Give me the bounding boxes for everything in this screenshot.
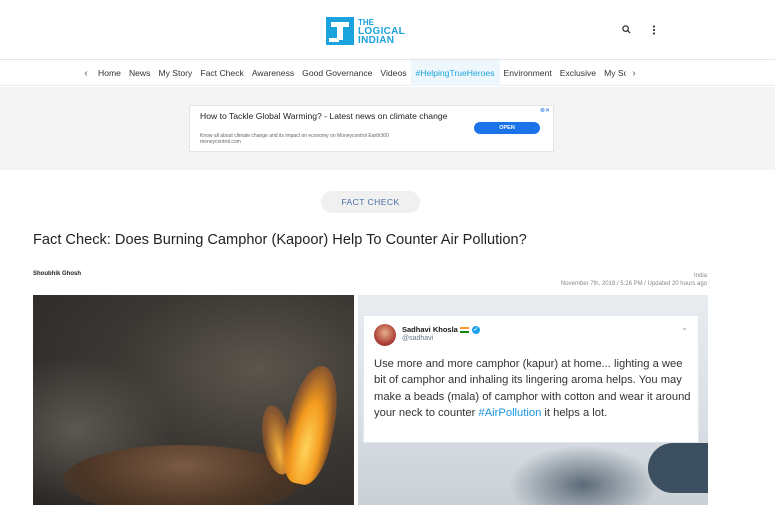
tweet-card: Sadhavi Khosla ✓ @sadhavi ⌄ Use more and… xyxy=(363,315,699,443)
article-meta: India November 7th, 2019 / 5:26 PM / Upd… xyxy=(561,272,707,288)
advertisement[interactable]: How to Tackle Global Warming? - Latest n… xyxy=(189,105,554,152)
nav-item-my-soc[interactable]: My Soc xyxy=(600,60,626,86)
article-title: Fact Check: Does Burning Camphor (Kapoor… xyxy=(33,232,527,248)
tweet-author-name: Sadhavi Khosla xyxy=(402,325,458,334)
nav-prev-arrow-icon[interactable]: ‹ xyxy=(78,68,94,79)
nav-item-fact-check[interactable]: Fact Check xyxy=(196,60,247,86)
tweet-handle: @sadhavi xyxy=(402,335,434,342)
nav-item-awareness[interactable]: Awareness xyxy=(248,60,298,86)
logo-line-3: INDIAN xyxy=(358,34,395,46)
nav-item-helpingtrueheroes[interactable]: #HelpingTrueHeroes xyxy=(410,60,500,86)
nav-item-good-governance[interactable]: Good Governance xyxy=(298,60,376,86)
article-location: India xyxy=(693,273,707,279)
logo-text: THE LOGICAL INDIAN xyxy=(358,18,405,46)
nav-item-exclusive[interactable]: Exclusive xyxy=(556,60,600,86)
tweet-author: Sadhavi Khosla ✓ xyxy=(402,325,480,334)
nav-item-environment[interactable]: Environment xyxy=(500,60,556,86)
tweet-text-end: it helps a lot. xyxy=(541,407,608,420)
nav-item-videos[interactable]: Videos xyxy=(376,60,410,86)
site-logo[interactable]: THE LOGICAL INDIAN xyxy=(326,16,405,46)
nav-item-my-story[interactable]: My Story xyxy=(154,60,196,86)
nav-next-arrow-icon[interactable]: › xyxy=(626,68,642,79)
ad-domain: moneycontrol.com xyxy=(200,139,241,145)
ad-title[interactable]: How to Tackle Global Warming? - Latest n… xyxy=(200,111,460,122)
site-header: THE LOGICAL INDIAN xyxy=(0,0,775,60)
author-name[interactable]: Shoubhik Ghosh xyxy=(33,271,81,277)
main-nav: ‹ Home News My Story Fact Check Awareness Goo… xyxy=(0,60,775,86)
nav-item-home[interactable]: Home xyxy=(94,60,125,86)
more-vertical-icon[interactable] xyxy=(648,25,660,37)
camphor-flame-photo xyxy=(33,295,354,505)
logo-mark xyxy=(326,17,354,45)
ad-banner-area: How to Tackle Global Warming? - Latest n… xyxy=(0,87,775,170)
article-date: November 7th, 2019 / 5:26 PM / Updated 2… xyxy=(560,281,707,287)
search-icon[interactable] xyxy=(620,25,632,37)
ad-description: Know all about climate change and its im… xyxy=(200,133,460,145)
nav-item-news[interactable]: News xyxy=(125,60,155,86)
india-flag-icon xyxy=(459,326,469,333)
tweet-screenshot-image: Sadhavi Khosla ✓ @sadhavi ⌄ Use more and… xyxy=(358,295,708,505)
ad-close-icon[interactable]: ⊗✕ xyxy=(540,107,550,114)
tweet-hashtag: #AirPollution xyxy=(478,407,542,420)
ad-open-button[interactable]: OPEN xyxy=(474,122,540,134)
verified-icon: ✓ xyxy=(471,325,480,334)
avatar xyxy=(374,324,396,346)
category-tag[interactable]: FACT CHECK xyxy=(321,191,420,213)
chevron-down-icon: ⌄ xyxy=(681,323,688,332)
tweet-text: Use more and more camphor (kapur) at hom… xyxy=(374,356,696,422)
